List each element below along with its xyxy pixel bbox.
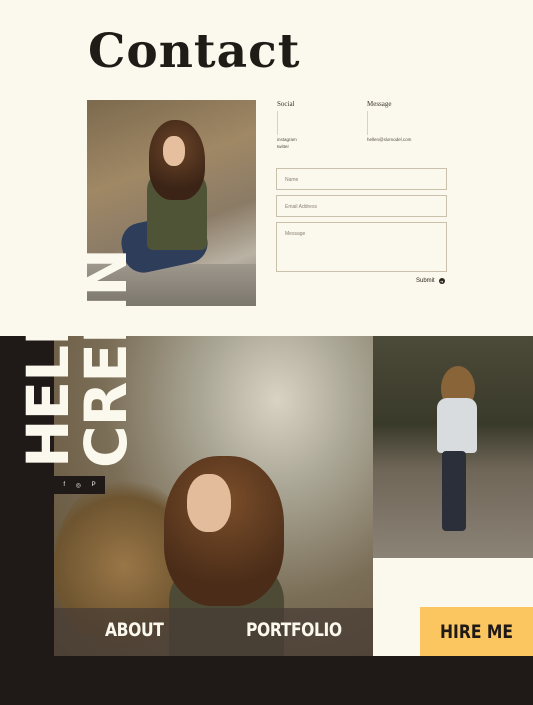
name-field[interactable]: Name xyxy=(276,168,447,190)
hire-me-button[interactable]: HIRE ME xyxy=(420,607,533,656)
side-photo xyxy=(373,336,533,558)
brand-last: CRENN xyxy=(72,249,141,468)
nav-about[interactable]: ABOUT xyxy=(105,619,164,641)
message-divider xyxy=(367,111,368,135)
facebook-icon[interactable]: f xyxy=(63,482,65,488)
message-field[interactable]: Message xyxy=(276,222,447,272)
brand-first: HELLEN xyxy=(14,223,82,468)
social-links: instagram twitter xyxy=(277,136,297,150)
instagram-icon[interactable]: ◎ xyxy=(76,482,81,489)
social-divider xyxy=(277,111,278,135)
pinterest-icon[interactable]: P xyxy=(92,482,96,488)
nav-portfolio[interactable]: PORTFOLIO xyxy=(246,619,342,641)
message-placeholder: Message xyxy=(285,231,306,237)
hire-me-label: HIRE ME xyxy=(439,620,514,643)
submit-button[interactable]: Submit ➜ xyxy=(416,278,445,284)
email-placeholder: Email Address xyxy=(285,204,317,210)
twitter-link[interactable]: twitter xyxy=(277,143,297,150)
message-heading: Message xyxy=(367,100,392,108)
submit-label: Submit xyxy=(416,278,435,284)
email-link[interactable]: hellen@slomodel.com xyxy=(367,136,411,143)
social-heading: Social xyxy=(277,100,295,108)
email-field[interactable]: Email Address xyxy=(276,195,447,217)
arrow-right-icon: ➜ xyxy=(438,278,445,284)
instagram-link[interactable]: instagram xyxy=(277,136,297,143)
name-placeholder: Name xyxy=(285,177,299,183)
social-icon-bar: f ◎ P xyxy=(54,476,105,494)
brand-name: HELLEN CRENN xyxy=(14,223,141,468)
page-title: Contact xyxy=(88,24,301,79)
